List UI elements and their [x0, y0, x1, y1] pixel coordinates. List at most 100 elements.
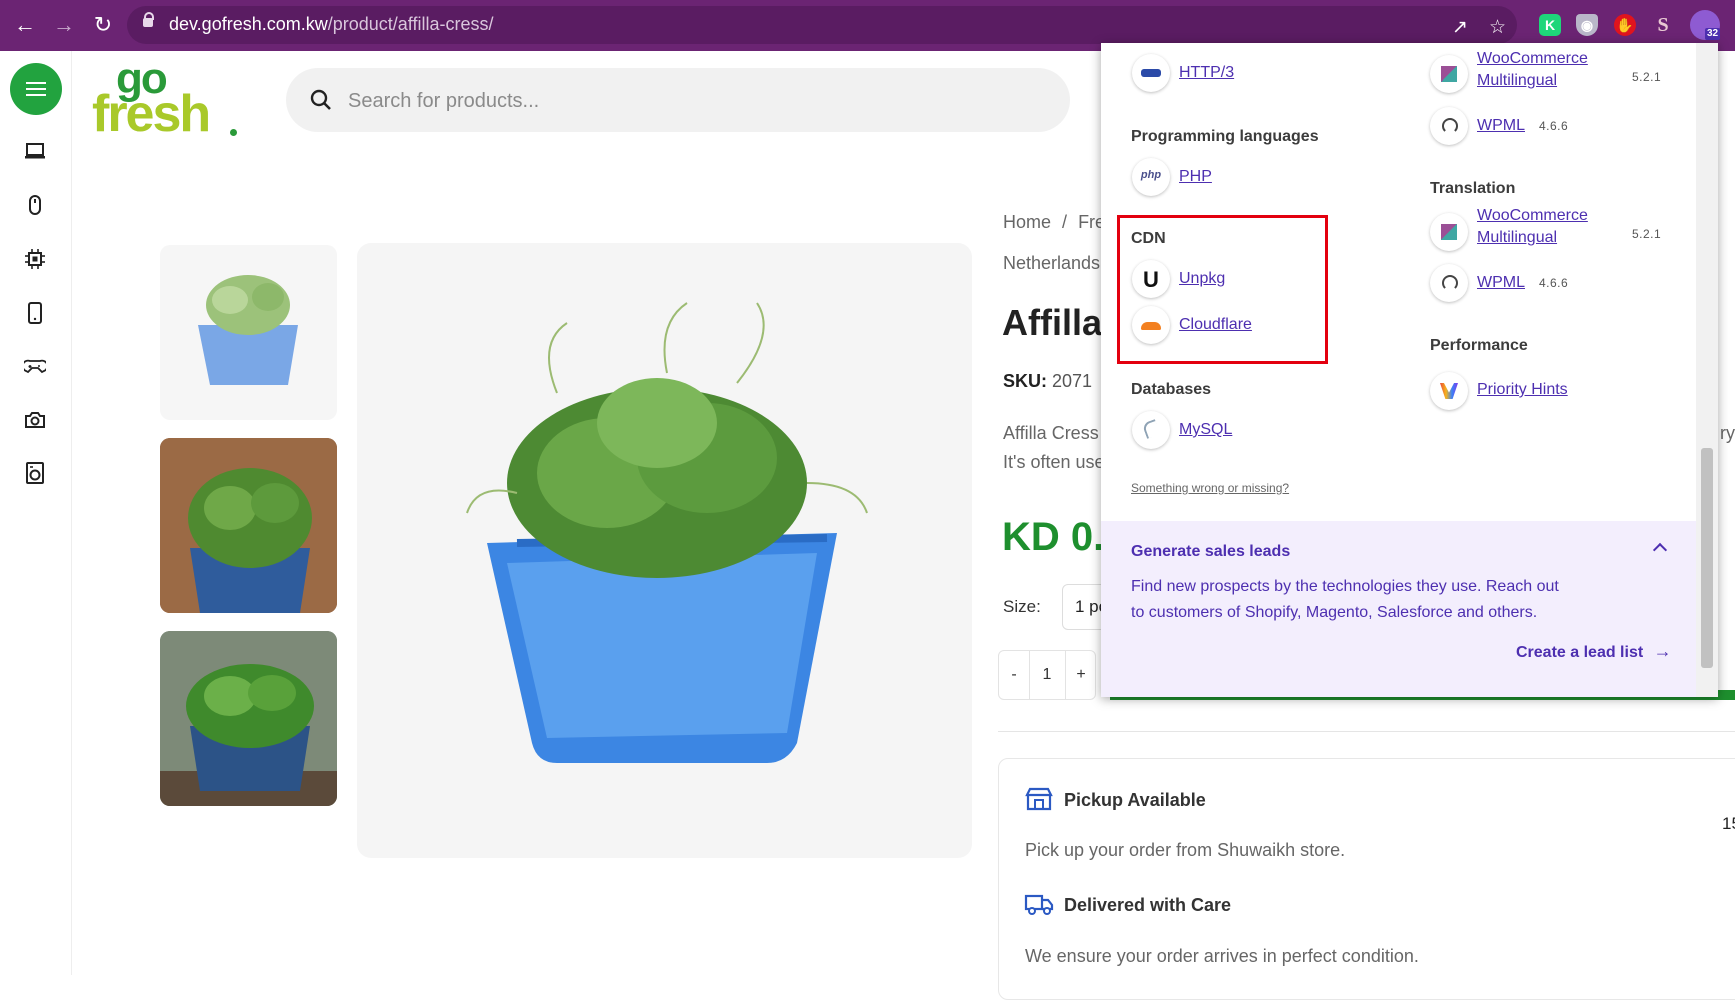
laptop-icon[interactable]	[24, 140, 46, 162]
priority-hints-link[interactable]: Priority Hints	[1477, 378, 1568, 401]
reload-icon[interactable]: ↻	[88, 10, 118, 40]
popup-scrollbar[interactable]	[1696, 43, 1718, 697]
pickup-title: Pickup Available	[1064, 790, 1206, 810]
extension-hand-icon[interactable]: ✋	[1614, 14, 1636, 36]
quantity-increase-button[interactable]: +	[1065, 651, 1096, 699]
breadcrumb-separator: /	[1062, 212, 1068, 232]
size-label: Size:	[1003, 597, 1041, 616]
logo-bottom-text: fresh	[92, 85, 211, 143]
cloudflare-link[interactable]: Cloudflare	[1179, 313, 1252, 336]
wpml-link-2[interactable]: WPML	[1477, 271, 1525, 294]
quantity-decrease-button[interactable]: -	[999, 651, 1030, 699]
chip-icon[interactable]	[24, 248, 46, 270]
description-tail: ry	[1720, 423, 1735, 443]
sku-label: SKU:	[1003, 371, 1047, 391]
delivery-title: Delivered with Care	[1064, 895, 1232, 915]
mouse-icon[interactable]	[24, 194, 46, 216]
gofresh-logo[interactable]: go fresh	[92, 54, 242, 143]
delivery-truck-icon	[1024, 894, 1054, 915]
breadcrumb-line-2[interactable]: Netherlands	[1003, 253, 1100, 274]
create-lead-list-button[interactable]: Create a lead list →	[1516, 641, 1672, 662]
product-title: Affilla	[1002, 302, 1103, 343]
delivery-info-box: Pickup Available Pick up your order from…	[998, 758, 1735, 1000]
share-icon[interactable]: ↗	[1452, 18, 1468, 38]
leads-heading: Generate sales leads	[1131, 543, 1291, 560]
sku: SKU: 2071	[1003, 371, 1092, 392]
woocommerce-multilingual-icon	[1430, 213, 1468, 251]
back-icon[interactable]: ←	[10, 10, 40, 40]
cloudflare-icon	[1132, 306, 1170, 344]
star-icon[interactable]: ☆	[1489, 18, 1506, 38]
extension-badge: 32	[1705, 28, 1721, 40]
search-bar[interactable]	[286, 68, 1070, 134]
cdn-heading: CDN	[1131, 230, 1166, 247]
extension-k-icon[interactable]: K	[1539, 14, 1561, 36]
product-thumbnail-1[interactable]	[160, 245, 337, 420]
woocommerce-multilingual-link-1[interactable]: WooCommerce Multilingual	[1477, 48, 1588, 92]
priority-hints-icon	[1430, 372, 1468, 410]
collapse-chevron-icon[interactable]	[1652, 542, 1668, 558]
breadcrumb: Home / Fre	[1003, 212, 1105, 233]
http3-icon	[1132, 54, 1170, 92]
arrow-right-icon: →	[1653, 641, 1672, 661]
mysql-link[interactable]: MySQL	[1179, 418, 1232, 441]
product-thumbnail-2[interactable]	[160, 438, 337, 613]
woocommerce-multilingual-link-2[interactable]: WooCommerce Multilingual	[1477, 205, 1588, 249]
mysql-icon	[1132, 411, 1170, 449]
menu-button[interactable]	[10, 63, 62, 115]
wpml-version-1: 4.6.6	[1539, 119, 1569, 133]
woocommerce-line2: Multilingual	[1477, 229, 1558, 246]
search-icon[interactable]	[310, 89, 332, 111]
washer-icon[interactable]	[24, 462, 46, 484]
breadcrumb-home[interactable]: Home	[1003, 212, 1051, 232]
translation-heading: Translation	[1430, 180, 1516, 197]
quantity-value[interactable]: 1	[1030, 651, 1064, 699]
search-input[interactable]	[346, 68, 1050, 134]
create-lead-list-label: Create a lead list	[1516, 644, 1644, 661]
product-photo	[466, 302, 868, 763]
woocommerce-multilingual-icon	[1430, 55, 1468, 93]
databases-heading: Databases	[1131, 381, 1212, 398]
product-thumbnail-3[interactable]	[160, 631, 337, 806]
wpml-link-1[interactable]: WPML	[1477, 114, 1525, 137]
logo-dot	[230, 129, 237, 136]
scrollbar-thumb[interactable]	[1701, 448, 1713, 668]
quantity-stepper[interactable]: - 1 +	[998, 650, 1096, 700]
address-bar[interactable]: dev.gofresh.com.kw/product/affilla-cress…	[127, 6, 1517, 44]
forward-icon[interactable]: →	[49, 10, 79, 40]
woocommerce-version-2: 5.2.1	[1632, 227, 1662, 241]
unpkg-icon: U	[1132, 260, 1170, 298]
url-text[interactable]: dev.gofresh.com.kw/product/affilla-cress…	[169, 14, 493, 35]
wappalyzer-icon[interactable]: 32	[1690, 10, 1721, 40]
wpml-version-2: 4.6.6	[1539, 276, 1569, 290]
product-price: KD 0.	[1002, 515, 1105, 559]
wpml-icon	[1430, 107, 1468, 145]
wappalyzer-popup: HTTP/3 Programming languages php PHP CDN…	[1101, 43, 1718, 697]
gamepad-icon[interactable]	[24, 355, 46, 377]
woocommerce-version-1: 5.2.1	[1632, 70, 1662, 84]
lock-icon[interactable]	[143, 12, 154, 27]
camera-icon[interactable]	[24, 409, 46, 431]
store-icon	[1025, 787, 1053, 811]
pickup-side-text: 15	[1722, 814, 1735, 833]
php-link[interactable]: PHP	[1179, 165, 1212, 188]
thumbnail-image-3	[160, 631, 337, 806]
thumbnail-image-1	[198, 275, 298, 385]
category-rail	[0, 51, 72, 975]
description-line-1: Affilla Cress	[1003, 423, 1099, 443]
extension-s-icon[interactable]: S	[1652, 14, 1674, 36]
delivery-text: We ensure your order arrives in perfect …	[1025, 946, 1419, 966]
description-line-2: It's often use	[1003, 452, 1105, 472]
unpkg-link[interactable]: Unpkg	[1179, 267, 1225, 290]
leads-text-line-1: Find new prospects by the technologies t…	[1131, 578, 1559, 595]
pickup-text: Pick up your order from Shuwaikh store.	[1025, 840, 1346, 860]
php-icon: php	[1132, 158, 1170, 196]
leads-text-line-2: to customers of Shopify, Magento, Salesf…	[1131, 604, 1538, 621]
phone-icon[interactable]	[24, 302, 46, 324]
http3-link[interactable]: HTTP/3	[1179, 61, 1234, 84]
wpml-icon	[1430, 264, 1468, 302]
something-wrong-link[interactable]: Something wrong or missing?	[1131, 477, 1289, 500]
extension-shield-icon[interactable]: ◉	[1576, 14, 1598, 36]
main-product-image[interactable]	[357, 243, 972, 858]
sales-leads-panel: Generate sales leads Find new prospects …	[1101, 521, 1696, 697]
